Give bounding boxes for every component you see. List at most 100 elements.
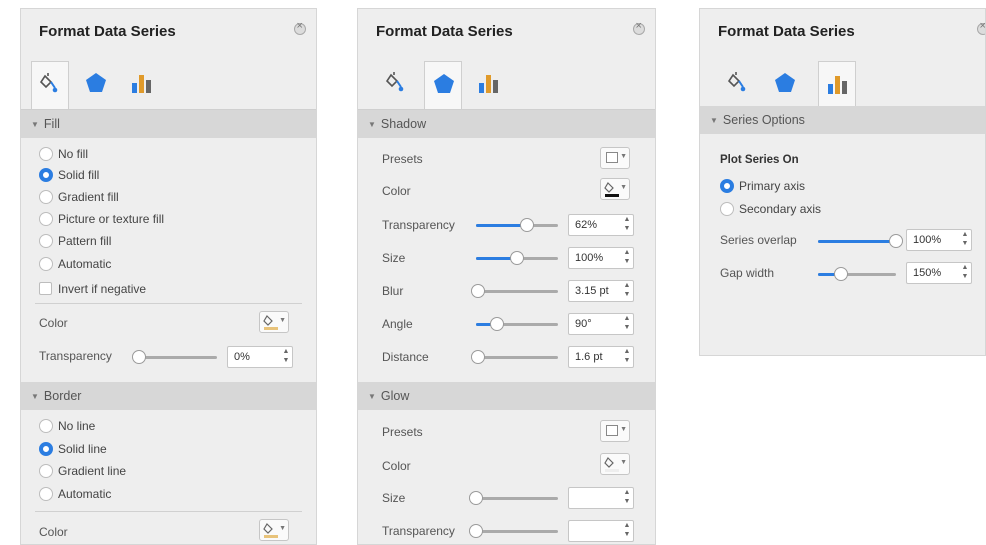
gap-width-stepper[interactable]: 150% ▲ ▼: [906, 262, 972, 284]
border-color-button[interactable]: ▼: [259, 519, 289, 541]
shadow-distance-stepper[interactable]: 1.6 pt ▲ ▼: [568, 346, 634, 368]
preset-preview: [606, 152, 618, 163]
slider-thumb[interactable]: [470, 350, 485, 364]
shadow-blur-slider[interactable]: [471, 284, 558, 298]
radio-label: Primary axis: [739, 179, 806, 193]
shadow-angle-slider[interactable]: [476, 317, 558, 331]
slider-thumb[interactable]: [471, 284, 486, 298]
shadow-size-stepper[interactable]: 100% ▲ ▼: [568, 247, 634, 269]
stepper-value: 3.15 pt: [575, 285, 609, 297]
section-header-border[interactable]: ▼ Border: [21, 382, 316, 410]
tab-series-options[interactable]: [818, 61, 856, 111]
section-header-fill[interactable]: ▼ Fill: [21, 110, 316, 138]
tab-fill-line[interactable]: [31, 61, 69, 111]
slider-thumb[interactable]: [510, 251, 524, 265]
shadow-size-slider[interactable]: [476, 251, 558, 265]
shadow-transparency-slider[interactable]: [476, 218, 558, 232]
stepper-arrows-icon[interactable]: ▲ ▼: [622, 488, 632, 508]
radio-button[interactable]: [720, 202, 734, 216]
stepper-arrows-icon[interactable]: ▲ ▼: [622, 347, 632, 367]
radio-label: Pattern fill: [58, 234, 112, 248]
glow-size-slider[interactable]: [469, 491, 558, 505]
close-icon[interactable]: [977, 20, 985, 35]
stepper-arrows-icon[interactable]: ▲ ▼: [622, 248, 632, 268]
fill-transparency-stepper[interactable]: 0% ▲ ▼: [227, 346, 293, 368]
radio-button[interactable]: [39, 257, 53, 271]
fill-transparency-label: Transparency: [39, 349, 112, 363]
section-title: Shadow: [380, 117, 427, 131]
radio-button-selected[interactable]: [39, 168, 53, 182]
tab-fill-line[interactable]: [720, 61, 758, 107]
tab-effects[interactable]: [77, 61, 115, 107]
tab-series-options[interactable]: [470, 61, 508, 107]
tab-effects[interactable]: [424, 61, 462, 111]
shadow-angle-stepper[interactable]: 90° ▲ ▼: [568, 313, 634, 335]
glow-transparency-label: Transparency: [382, 524, 455, 538]
section-header-series-options[interactable]: ▼ Series Options: [700, 106, 985, 134]
radio-button-selected[interactable]: [720, 179, 734, 193]
section-header-shadow[interactable]: ▼ Shadow: [358, 110, 655, 138]
radio-button[interactable]: [39, 487, 53, 501]
section-title: Glow: [380, 389, 410, 403]
shadow-size-label: Size: [382, 251, 406, 265]
radio-button[interactable]: [39, 190, 53, 204]
glow-color-button[interactable]: ▼: [600, 453, 630, 475]
collapse-triangle-icon: ▼: [31, 392, 39, 401]
radio-button[interactable]: [39, 147, 53, 161]
radio-button[interactable]: [39, 234, 53, 248]
slider-thumb[interactable]: [489, 317, 504, 331]
shadow-transparency-stepper[interactable]: 62% ▲ ▼: [568, 214, 634, 236]
slider-thumb[interactable]: [834, 267, 849, 281]
radio-button[interactable]: [39, 419, 53, 433]
slider-thumb[interactable]: [132, 350, 146, 364]
checkbox[interactable]: [39, 282, 52, 295]
close-icon[interactable]: [294, 20, 306, 35]
preset-preview: [606, 425, 618, 436]
stepper-arrows-icon[interactable]: ▲ ▼: [622, 521, 632, 541]
fill-color-button[interactable]: ▼: [259, 311, 289, 333]
stepper-arrows-icon[interactable]: ▲ ▼: [622, 314, 632, 334]
paint-bucket-icon: [263, 523, 278, 538]
slider-thumb[interactable]: [469, 491, 483, 505]
slider-track: [476, 290, 558, 293]
shadow-angle-label: Angle: [382, 317, 413, 331]
tab-effects[interactable]: [766, 61, 804, 107]
stepper-arrows-icon[interactable]: ▲ ▼: [960, 263, 970, 283]
stepper-arrows-icon[interactable]: ▲ ▼: [960, 230, 970, 250]
collapse-triangle-icon: ▼: [368, 120, 376, 129]
shadow-blur-stepper[interactable]: 3.15 pt ▲ ▼: [568, 280, 634, 302]
series-overlap-slider[interactable]: [818, 234, 903, 248]
glow-transparency-slider[interactable]: [469, 524, 558, 538]
stepper-value: 0%: [234, 351, 250, 363]
paint-bucket-icon: [604, 182, 619, 197]
glow-presets-button[interactable]: ▼: [600, 420, 630, 442]
paint-bucket-icon: [604, 457, 619, 472]
gap-width-slider[interactable]: [818, 267, 896, 281]
slider-thumb[interactable]: [889, 234, 903, 248]
shadow-distance-slider[interactable]: [470, 350, 558, 364]
fill-color-label: Color: [39, 316, 68, 330]
shadow-presets-button[interactable]: ▼: [600, 147, 630, 169]
glow-size-stepper[interactable]: ▲ ▼: [568, 487, 634, 509]
stepper-arrows-icon[interactable]: ▲ ▼: [622, 281, 632, 301]
radio-label: Gradient line: [58, 464, 127, 478]
paint-bucket-icon: [263, 315, 278, 330]
slider-thumb[interactable]: [519, 218, 534, 232]
radio-label: Automatic: [58, 257, 112, 271]
fill-transparency-slider[interactable]: [132, 350, 217, 364]
section-title: Series Options: [722, 113, 805, 127]
series-overlap-stepper[interactable]: 100% ▲ ▼: [906, 229, 972, 251]
slider-thumb[interactable]: [469, 524, 483, 538]
radio-button[interactable]: [39, 212, 53, 226]
stepper-arrows-icon[interactable]: ▲ ▼: [622, 215, 632, 235]
stepper-arrows-icon[interactable]: ▲ ▼: [281, 347, 291, 367]
section-header-glow[interactable]: ▼ Glow: [358, 382, 655, 410]
close-icon[interactable]: [633, 20, 645, 35]
glow-transparency-stepper[interactable]: ▲ ▼: [568, 520, 634, 542]
tab-fill-line[interactable]: [378, 61, 416, 107]
radio-button[interactable]: [39, 464, 53, 478]
tab-series-options[interactable]: [123, 61, 161, 107]
shadow-color-button[interactable]: ▼: [600, 178, 630, 200]
radio-button-selected[interactable]: [39, 442, 53, 456]
shadow-distance-label: Distance: [382, 350, 429, 364]
